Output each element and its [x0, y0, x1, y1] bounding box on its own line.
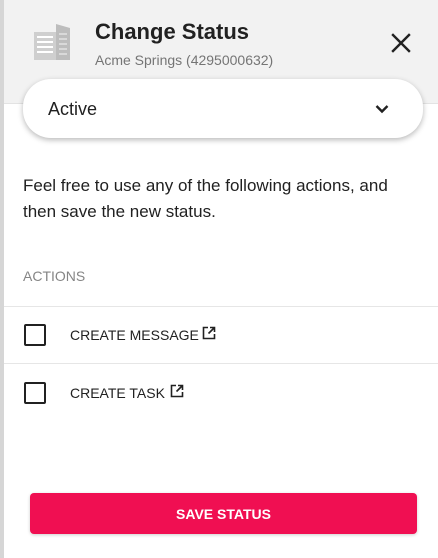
actions-heading: ACTIONS [23, 268, 86, 284]
status-select-value: Active [48, 99, 98, 119]
create-task-checkbox[interactable] [24, 382, 46, 404]
chevron-down-icon [375, 102, 389, 114]
description-text: Feel free to use any of the following ac… [23, 176, 388, 221]
external-link-icon[interactable] [170, 384, 184, 398]
create-task-label: CREATE TASK [70, 385, 165, 401]
action-create-task[interactable]: CREATE TASK [4, 364, 438, 420]
dialog-title: Change Status [95, 19, 250, 44]
action-create-message[interactable]: CREATE MESSAGE [4, 307, 438, 363]
external-link-icon[interactable] [202, 326, 216, 340]
building-icon [30, 24, 74, 60]
close-icon[interactable] [388, 30, 414, 56]
create-message-label: CREATE MESSAGE [70, 327, 199, 343]
save-status-button[interactable]: SAVE STATUS [30, 493, 417, 534]
dialog-subtitle: Acme Springs (4295000632) [95, 52, 274, 68]
status-select[interactable]: Active [23, 79, 423, 138]
create-message-checkbox[interactable] [24, 324, 46, 346]
